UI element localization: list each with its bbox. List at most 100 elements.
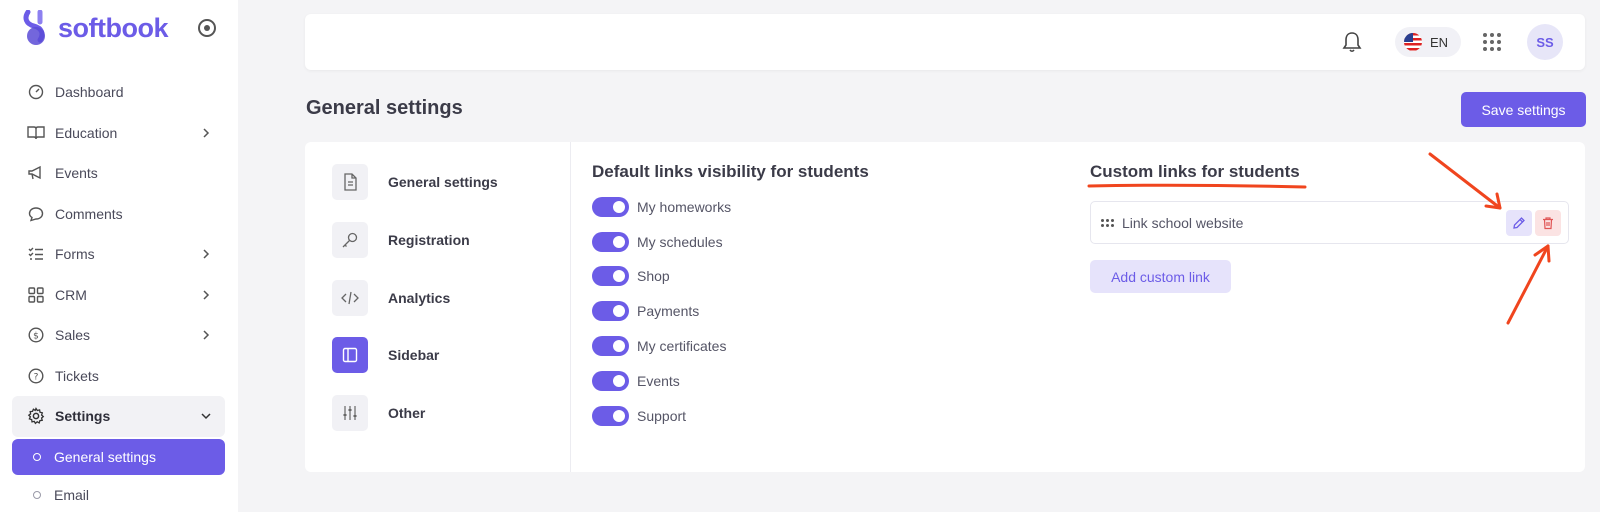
softbook-logo-icon bbox=[23, 10, 45, 45]
brand[interactable]: softbook bbox=[22, 10, 169, 46]
toggle-row-support: Support bbox=[592, 406, 686, 426]
settings-nav-general[interactable]: General settings bbox=[332, 164, 498, 200]
default-links-title: Default links visibility for students bbox=[592, 162, 869, 181]
avatar[interactable]: SS bbox=[1527, 24, 1563, 60]
toggle-switch[interactable] bbox=[592, 336, 629, 356]
settings-nav-analytics[interactable]: Analytics bbox=[332, 280, 450, 316]
sidebar-subitem-label: General settings bbox=[54, 448, 156, 465]
settings-nav-label: Other bbox=[388, 405, 426, 421]
custom-link-label: Link school website bbox=[1122, 214, 1244, 231]
toggle-switch[interactable] bbox=[592, 232, 629, 252]
toggle-label: My homeworks bbox=[637, 199, 732, 215]
sidebar-item-forms[interactable]: Forms bbox=[12, 234, 225, 275]
sidebar-item-label: Education bbox=[55, 124, 118, 141]
save-settings-button[interactable]: Save settings bbox=[1461, 92, 1586, 127]
chevron-right-icon bbox=[203, 289, 210, 300]
sidebar-collapse-icon[interactable] bbox=[198, 19, 216, 37]
toggle-row-shop: Shop bbox=[592, 266, 670, 286]
toggle-label: Events bbox=[637, 373, 680, 389]
sidebar-item-label: Comments bbox=[55, 205, 123, 222]
toggle-switch[interactable] bbox=[592, 371, 629, 391]
sidebar-item-label: Tickets bbox=[55, 367, 99, 384]
sidebar-item-comments[interactable]: Comments bbox=[12, 194, 225, 235]
code-icon bbox=[332, 280, 368, 316]
language-label: EN bbox=[1430, 34, 1449, 50]
sidebar-item-label: Sales bbox=[55, 327, 91, 344]
edit-link-button[interactable] bbox=[1506, 210, 1532, 236]
brand-name: softbook bbox=[58, 12, 169, 43]
dollar-icon: $ bbox=[27, 326, 45, 344]
sliders-icon bbox=[332, 395, 368, 431]
sidebar-item-events[interactable]: Events bbox=[12, 153, 225, 194]
toggle-switch[interactable] bbox=[592, 266, 629, 286]
svg-text:$: $ bbox=[33, 332, 39, 342]
sidebar-nav: Dashboard Education Events Comments Form… bbox=[12, 72, 225, 512]
drag-handle-icon[interactable] bbox=[1101, 218, 1114, 227]
chevron-right-icon bbox=[203, 127, 210, 138]
chevron-down-icon bbox=[201, 413, 211, 420]
sidebar: softbook Dashboard Education Events Comm… bbox=[0, 0, 238, 512]
gear-icon bbox=[27, 407, 45, 425]
sidebar-item-label: Forms bbox=[55, 246, 95, 263]
toggle-row-payments: Payments bbox=[592, 301, 699, 321]
chevron-right-icon bbox=[203, 249, 210, 259]
key-icon bbox=[332, 222, 368, 258]
help-icon: ? bbox=[27, 367, 45, 385]
comment-icon bbox=[27, 205, 45, 223]
settings-nav-label: Analytics bbox=[388, 290, 451, 306]
sidebar-item-label: CRM bbox=[55, 286, 87, 303]
toggle-switch[interactable] bbox=[592, 301, 629, 321]
dashboard-icon bbox=[27, 83, 45, 101]
sidebar-subitem-label: Email bbox=[54, 486, 90, 503]
trash-icon bbox=[1543, 217, 1553, 230]
toggle-switch[interactable] bbox=[592, 406, 629, 426]
sidebar-item-label: Events bbox=[55, 165, 98, 182]
delete-link-button[interactable] bbox=[1535, 210, 1561, 236]
settings-nav-registration[interactable]: Registration bbox=[332, 222, 470, 258]
toggle-label: My schedules bbox=[637, 234, 723, 250]
sidebar-item-tickets[interactable]: ? Tickets bbox=[12, 356, 225, 397]
page-title: General settings bbox=[306, 97, 463, 119]
add-custom-link-button[interactable]: Add custom link bbox=[1090, 260, 1231, 293]
bullet-icon bbox=[33, 490, 41, 499]
sidebar-item-settings[interactable]: Settings bbox=[12, 396, 225, 437]
pencil-icon bbox=[1513, 217, 1525, 229]
toggle-switch[interactable] bbox=[592, 197, 629, 217]
toggle-label: Support bbox=[637, 408, 687, 424]
grid-icon bbox=[27, 286, 45, 304]
us-flag-icon bbox=[1404, 33, 1422, 51]
bell-icon[interactable] bbox=[1341, 30, 1363, 54]
sidebar-item-sales[interactable]: $ Sales bbox=[12, 315, 225, 356]
settings-nav-label: General settings bbox=[388, 174, 498, 190]
settings-nav-sidebar[interactable]: Sidebar bbox=[332, 337, 439, 373]
toggle-row-my-homeworks: My homeworks bbox=[592, 197, 731, 217]
sidebar-item-label: Dashboard bbox=[55, 84, 124, 101]
book-icon bbox=[27, 124, 45, 142]
sidebar-subitem-email[interactable]: Email bbox=[12, 477, 225, 512]
checklist-icon bbox=[27, 245, 45, 263]
megaphone-icon bbox=[27, 164, 45, 182]
toggle-row-my-certificates: My certificates bbox=[592, 336, 726, 356]
settings-nav-label: Sidebar bbox=[388, 347, 440, 363]
language-selector[interactable]: EN bbox=[1395, 27, 1461, 57]
sidebar-item-crm[interactable]: CRM bbox=[12, 275, 225, 316]
toggle-row-events: Events bbox=[592, 371, 680, 391]
custom-links-title: Custom links for students bbox=[1090, 162, 1300, 181]
bullet-icon bbox=[33, 452, 41, 461]
settings-nav-other[interactable]: Other bbox=[332, 395, 425, 431]
sidebar-subitem-general-settings[interactable]: General settings bbox=[12, 438, 225, 475]
document-icon bbox=[332, 164, 368, 200]
toggle-label: Shop bbox=[637, 268, 670, 284]
sidebar-item-dashboard[interactable]: Dashboard bbox=[12, 72, 225, 113]
toggle-row-my-schedules: My schedules bbox=[592, 232, 723, 252]
custom-link-item: Link school website bbox=[1090, 201, 1569, 244]
sidebar-icon bbox=[332, 337, 368, 373]
toggle-label: My certificates bbox=[637, 338, 727, 354]
settings-nav: General settings Registration Analytics … bbox=[305, 142, 571, 472]
settings-nav-label: Registration bbox=[388, 232, 470, 248]
apps-grid-icon[interactable] bbox=[1483, 33, 1501, 51]
settings-card: General settings Registration Analytics … bbox=[305, 142, 1585, 472]
toggle-label: Payments bbox=[637, 303, 700, 319]
svg-text:?: ? bbox=[34, 372, 39, 382]
sidebar-item-education[interactable]: Education bbox=[12, 113, 225, 154]
